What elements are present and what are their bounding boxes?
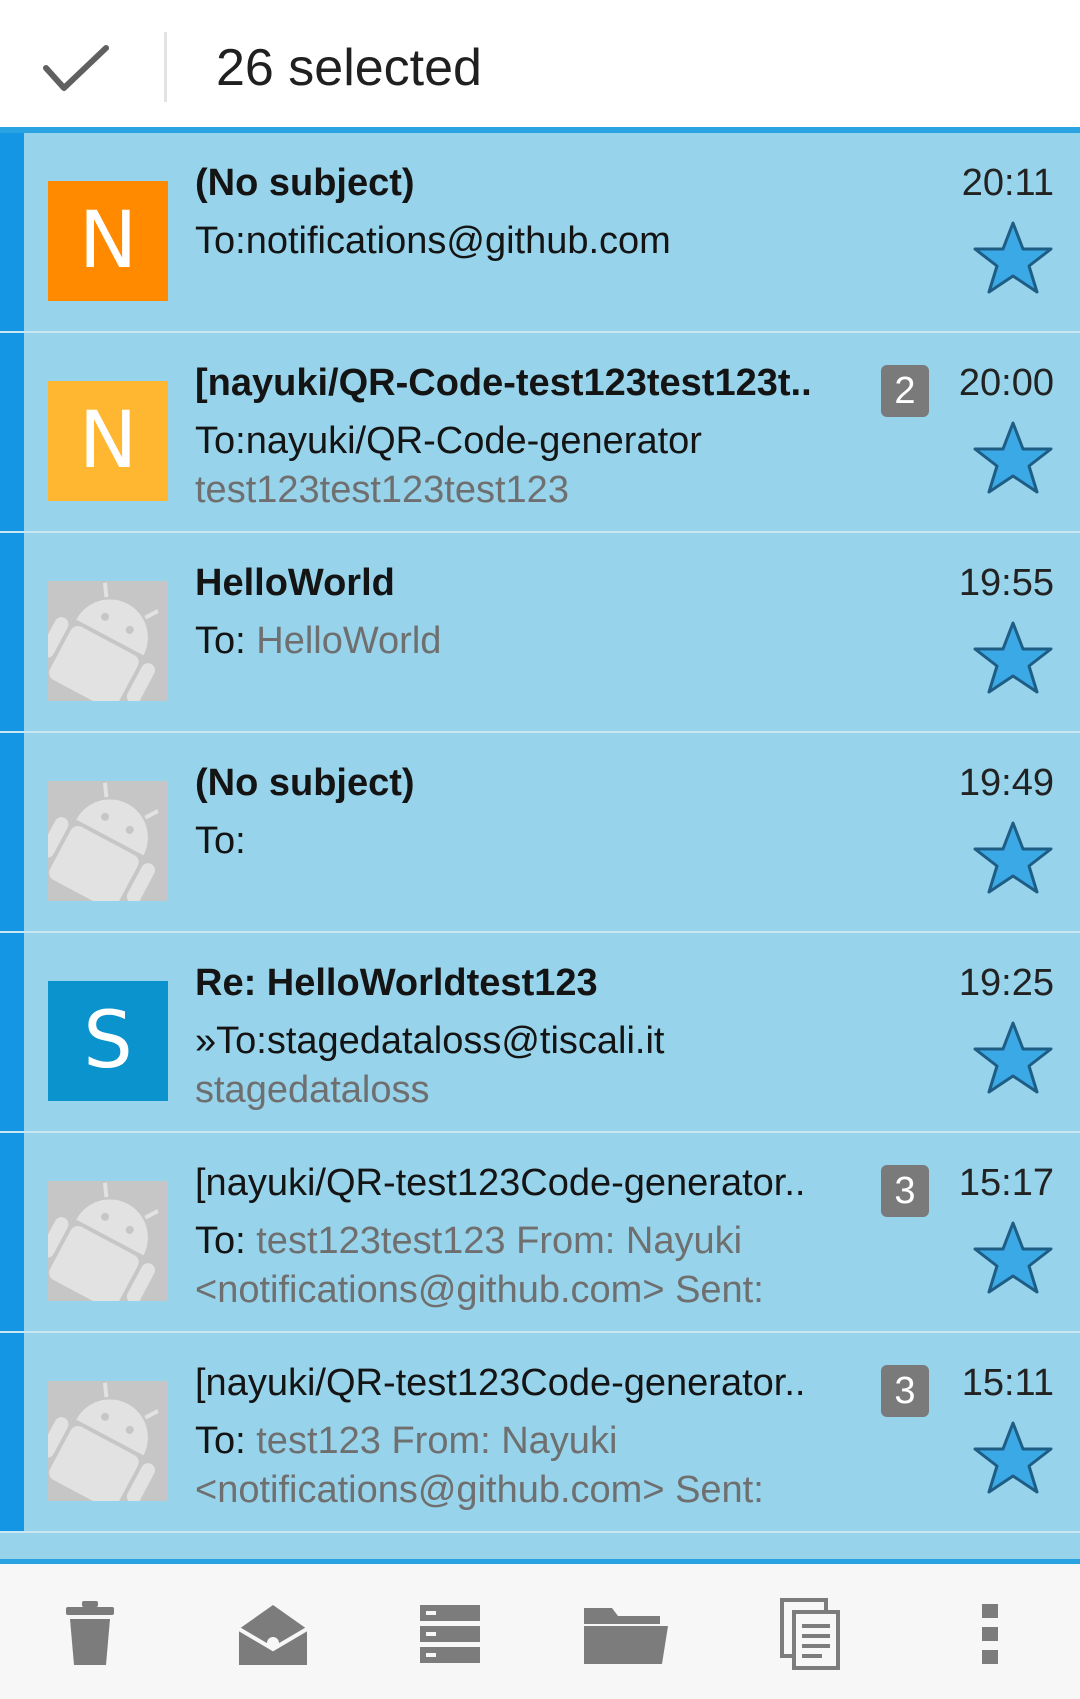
sender-avatar[interactable]: N	[48, 181, 168, 301]
sender-avatar[interactable]	[48, 781, 168, 901]
message-time: 19:55	[958, 562, 1054, 604]
recipient-value: notifications@github.com	[245, 220, 671, 262]
message-recipient: To:nayuki/QR-Code-generator	[195, 417, 955, 465]
selection-indicator	[0, 133, 24, 331]
selected-count-label: 26 selected	[216, 39, 482, 97]
message-snippet: <notifications@github.com> Sent:	[195, 1469, 764, 1511]
selection-indicator	[0, 1133, 24, 1331]
action-bar: 26 selected	[0, 0, 1080, 133]
message-row[interactable]: S Re: HelloWorldtest123 »To:stagedataloss@…	[0, 933, 1080, 1133]
message-row[interactable]: HelloWorld To: HelloWorld 19:55	[0, 533, 1080, 733]
message-subject: [nayuki/QR-test123Code-generator..	[195, 1362, 806, 1404]
message-time: 20:11	[961, 162, 1054, 204]
mark-read-icon[interactable]	[230, 1594, 316, 1674]
message-time: 19:49	[958, 762, 1054, 804]
recipient-prefix: To:	[195, 820, 246, 862]
overflow-menu-icon[interactable]	[950, 1594, 1030, 1674]
sender-avatar[interactable]: N	[48, 381, 168, 501]
message-snippet: <notifications@github.com> Sent:	[195, 1269, 764, 1311]
recipient-value: test123 From: Nayuki	[256, 1420, 618, 1462]
selection-indicator	[0, 1333, 24, 1531]
selection-indicator	[0, 933, 24, 1131]
star-icon[interactable]	[973, 219, 1053, 295]
message-row[interactable]: N (No subject) To:notifications@github.com…	[0, 133, 1080, 333]
message-recipient: To:notifications@github.com	[195, 217, 955, 265]
message-snippet: stagedataloss	[195, 1069, 430, 1111]
move-folder-icon[interactable]	[580, 1594, 672, 1674]
thread-count-badge: 2	[881, 365, 929, 417]
message-time: 15:17	[958, 1162, 1054, 1204]
message-time: 15:11	[961, 1362, 1054, 1404]
recipient-value: test123test123 From: Nayuki	[256, 1220, 743, 1262]
recipient-prefix: To:	[195, 1220, 257, 1262]
star-icon[interactable]	[973, 419, 1053, 495]
message-subject: (No subject)	[195, 162, 415, 204]
star-icon[interactable]	[973, 1219, 1053, 1295]
archive-icon[interactable]	[410, 1594, 490, 1674]
check-icon[interactable]	[40, 38, 112, 98]
thread-count-badge: 3	[881, 1165, 929, 1217]
recipient-prefix: »To:	[195, 1020, 267, 1062]
message-subject: (No subject)	[195, 762, 415, 804]
recipient-prefix: To:	[195, 620, 257, 662]
message-row[interactable]: [nayuki/QR-test123Code-generator.. To: te…	[0, 1333, 1080, 1533]
message-recipient: To: test123test123 From: Nayuki	[195, 1217, 955, 1265]
message-subject: Re: HelloWorldtest123	[195, 962, 598, 1004]
star-icon[interactable]	[973, 619, 1053, 695]
star-icon[interactable]	[973, 819, 1053, 895]
sender-avatar[interactable]: S	[48, 981, 168, 1101]
message-row[interactable]: (No subject) To: 19:49	[0, 733, 1080, 933]
message-recipient: »To:stagedataloss@tiscali.it	[195, 1017, 955, 1065]
message-subject: [nayuki/QR-test123Code-generator..	[195, 1162, 806, 1204]
message-subject: HelloWorld	[195, 562, 395, 604]
sender-avatar[interactable]	[48, 1181, 168, 1301]
message-recipient: To: HelloWorld	[195, 617, 955, 665]
recipient-prefix: To:	[195, 220, 246, 262]
message-list: N (No subject) To:notifications@github.com…	[0, 133, 1080, 1559]
header-divider	[164, 32, 167, 102]
selection-indicator	[0, 733, 24, 931]
selection-indicator	[0, 333, 24, 531]
recipient-value: stagedataloss@tiscali.it	[266, 1020, 665, 1062]
recipient-value: nayuki/QR-Code-generator	[245, 420, 702, 462]
sender-avatar[interactable]	[48, 581, 168, 701]
message-recipient: To:	[195, 817, 955, 865]
message-row[interactable]: [nayuki/QR-test123Code-generator.. To: te…	[0, 1133, 1080, 1333]
message-time: 19:25	[958, 962, 1054, 1004]
star-icon[interactable]	[973, 1019, 1053, 1095]
thread-count-badge: 3	[881, 1365, 929, 1417]
copy-icon[interactable]	[770, 1594, 850, 1674]
message-subject: [nayuki/QR-Code-test123test123t..	[195, 362, 812, 404]
message-recipient: To: test123 From: Nayuki	[195, 1417, 955, 1465]
bottom-toolbar	[0, 1559, 1080, 1699]
recipient-prefix: To:	[195, 420, 246, 462]
star-icon[interactable]	[973, 1419, 1053, 1495]
recipient-value: HelloWorld	[256, 620, 442, 662]
message-time: 20:00	[958, 362, 1054, 404]
recipient-prefix: To:	[195, 1420, 257, 1462]
selection-indicator	[0, 533, 24, 731]
trash-icon[interactable]	[50, 1594, 130, 1674]
sender-avatar[interactable]	[48, 1381, 168, 1501]
message-snippet: test123test123test123	[195, 469, 569, 511]
message-row[interactable]: N [nayuki/QR-Code-test123test123t.. To:nay…	[0, 333, 1080, 533]
